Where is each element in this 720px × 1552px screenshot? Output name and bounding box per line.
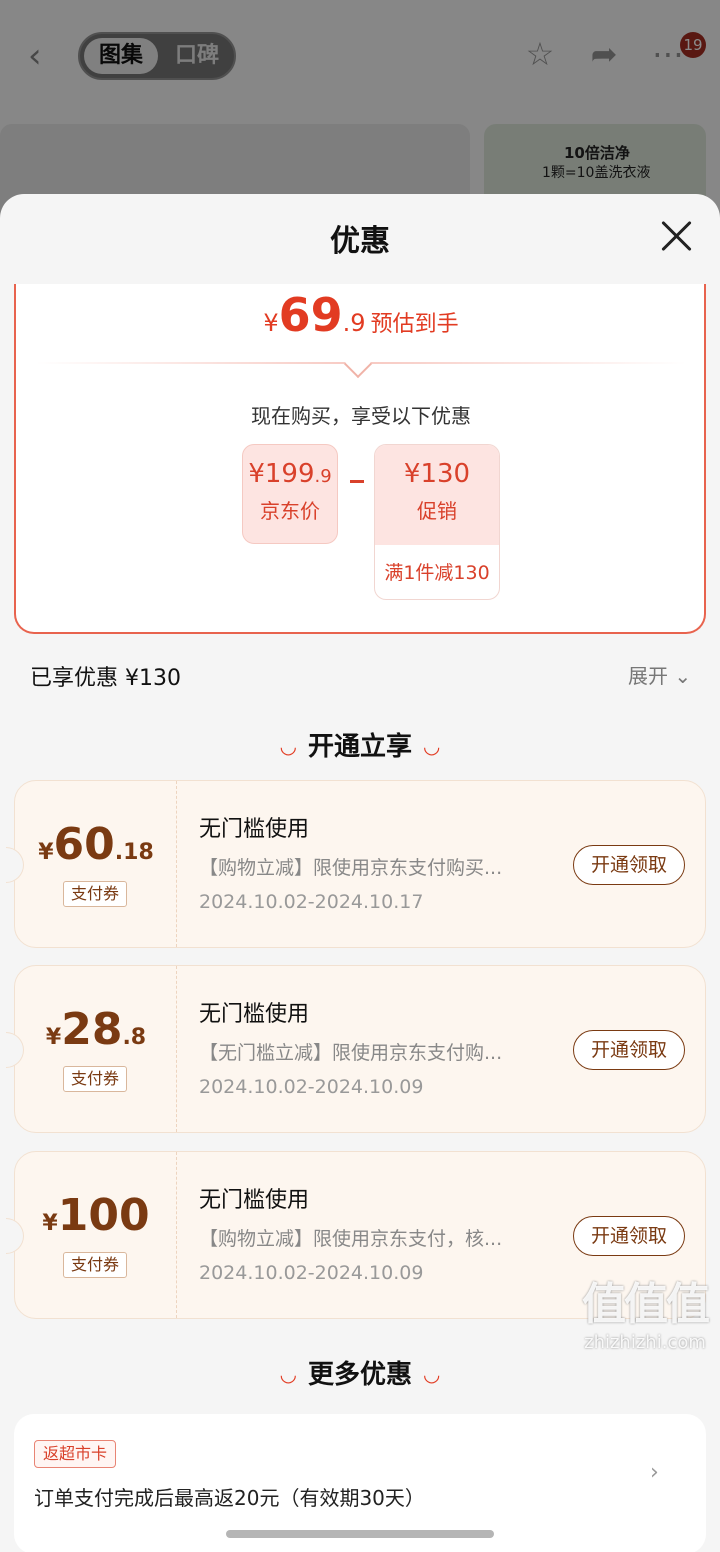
coupon-desc: 【购物立减】限使用京东支付，核... [199,1228,503,1250]
offer-tag: 返超市卡 [34,1440,117,1468]
jd-price-int: 199 [264,459,315,489]
promo-value: ¥130 [375,445,499,489]
jd-price-value: ¥199.9 [243,445,337,489]
coupon-title: 无门槛使用 [199,817,310,842]
open-section-label: 开通立享 [307,732,412,762]
watermark-site: zhizhizhi.com [584,1332,706,1353]
offer-text: 订单支付完成后最高返20元（有效期30天） [34,1486,425,1510]
coupon-title: 无门槛使用 [199,1188,310,1213]
smile-icon: ◡ [280,1362,296,1386]
claim-button[interactable]: 开通领取 [573,845,685,885]
coupon-tag: 支付券 [63,1066,127,1092]
coupon-int: 60 [53,819,115,870]
open-section-title: ◡ 开通立享 ◡ [0,726,720,763]
enjoyed-discount: 已享优惠 ¥130 [30,666,181,691]
coupon-int: 100 [57,1190,150,1241]
estimate-dec: .9 [342,309,366,337]
claim-button[interactable]: 开通领取 [573,1216,685,1256]
coupon-dec: .18 [114,840,154,865]
home-indicator[interactable] [226,1530,494,1538]
chevron-down-icon: ⌄ [674,664,692,688]
estimate-yen: ¥ [263,309,279,337]
price-summary: ¥69.9 预估到手 现在购买，享受以下优惠 ¥199.9 京东价 ¥130 促… [14,284,706,634]
promo-card: ¥130 促销 满1件减130 [374,444,500,600]
coupon-dec: .8 [122,1025,147,1050]
promo-amount: 130 [420,459,471,489]
coupon-tag: 支付券 [63,1252,127,1278]
divider-notch [343,349,373,379]
sheet-title: 优惠 [330,224,390,259]
estimate-label: 预估到手 [370,312,459,337]
coupon-date: 2024.10.02-2024.10.17 [199,891,424,913]
minus-sign [350,480,364,483]
coupon-amount: ¥28.8 [15,1004,177,1055]
estimated-price: ¥69.9 预估到手 [16,288,706,342]
coupon-amount-area: ¥60.18 支付券 [15,781,177,947]
smile-icon: ◡ [424,1362,440,1386]
more-section-label: 更多优惠 [307,1360,412,1390]
coupon-desc: 【无门槛立减】限使用京东支付购... [199,1042,503,1064]
jd-price-card: ¥199.9 京东价 [242,444,338,544]
expand-button[interactable]: 展开 ⌄ [628,660,691,689]
coupon-amount-area: ¥28.8 支付券 [15,966,177,1132]
smile-icon: ◡ [280,734,296,758]
coupon-yen: ¥ [42,1211,58,1236]
promo-rule: 满1件减130 [384,562,490,584]
jd-price-caption: 京东价 [260,499,320,523]
coupon-date: 2024.10.02-2024.10.09 [199,1076,424,1098]
coupon-desc: 【购物立减】限使用京东支付购买... [199,857,503,879]
now-buy-text: 现在购买，享受以下优惠 [251,404,471,428]
jd-price-dec: .9 [314,466,332,487]
smile-icon: ◡ [424,734,440,758]
coupon-int: 28 [61,1004,123,1055]
coupon-date: 2024.10.02-2024.10.09 [199,1262,424,1284]
jd-price-yen: ¥ [248,459,265,489]
promo-caption: 促销 [417,499,457,523]
close-icon[interactable] [656,216,696,256]
watermark-logo: 值值值 zhizhizhi.com [570,1268,720,1353]
claim-button[interactable]: 开通领取 [573,1030,685,1070]
more-section-title: ◡ 更多优惠 ◡ [0,1354,720,1391]
coupon-card: ¥28.8 支付券 无门槛使用 【无门槛立减】限使用京东支付购... 2024.… [6,965,706,1133]
coupon-tag: 支付券 [63,881,127,907]
chevron-right-icon: › [650,1460,659,1485]
coupon-yen: ¥ [38,840,54,865]
coupon-title: 无门槛使用 [199,1002,310,1027]
coupon-yen: ¥ [45,1025,62,1050]
promo-yen: ¥ [403,459,421,489]
expand-label: 展开 [628,664,668,688]
coupon-amount-area: ¥100 支付券 [15,1152,177,1318]
estimate-int: 69 [278,288,343,342]
coupon-amount: ¥60.18 [15,819,177,870]
coupon-amount: ¥100 [15,1190,177,1241]
coupon-card: ¥60.18 支付券 无门槛使用 【购物立减】限使用京东支付购买... 2024… [6,780,706,948]
watermark-glyphs: 值值值 [582,1279,710,1330]
